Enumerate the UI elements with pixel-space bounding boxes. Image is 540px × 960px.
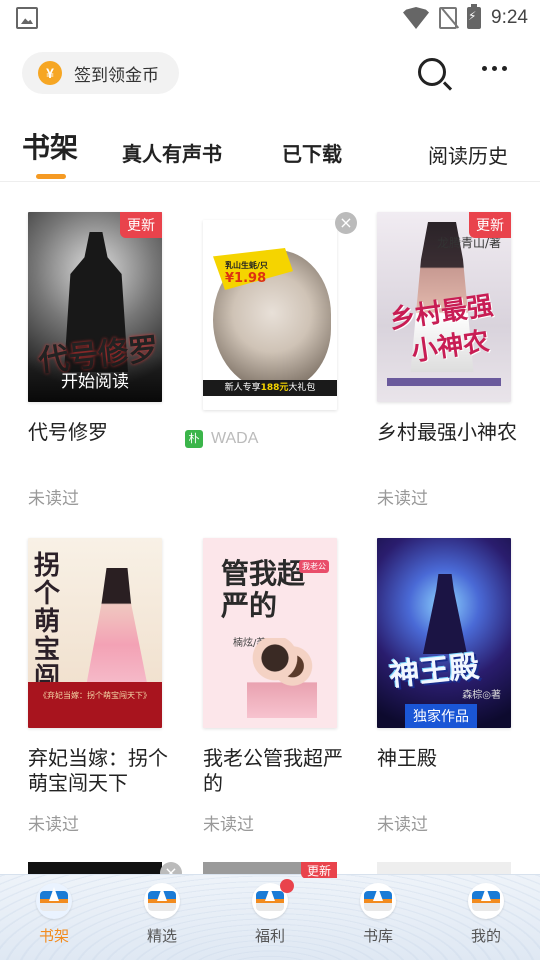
wifi-icon bbox=[403, 7, 430, 29]
book-cover[interactable]: 管我超严的 我老公 楠炫/著 bbox=[203, 538, 337, 728]
ad-strip: 新人专享188元大礼包 bbox=[203, 380, 337, 396]
notification-dot bbox=[280, 879, 294, 893]
nav-featured[interactable]: 精选 bbox=[122, 883, 202, 946]
read-status: 未读过 bbox=[377, 815, 428, 835]
nav-rewards[interactable]: 福利 bbox=[230, 879, 310, 946]
start-reading-button[interactable]: 开始阅读 bbox=[28, 356, 162, 402]
featured-icon bbox=[144, 883, 180, 919]
update-badge: 更新 bbox=[300, 862, 337, 878]
book-title[interactable]: 神王殿 bbox=[377, 746, 517, 771]
read-status: 未读过 bbox=[28, 489, 79, 509]
update-badge: 更新 bbox=[469, 212, 511, 238]
shelf-tabs: 书架 真人有声书 已下载 阅读历史 bbox=[0, 130, 540, 182]
book-cover[interactable]: 神王殿 森棕◎著 独家作品 bbox=[377, 538, 511, 728]
bookshelf-icon bbox=[36, 883, 72, 919]
image-notification-icon bbox=[16, 7, 38, 29]
active-tab-indicator bbox=[36, 174, 66, 179]
nav-library[interactable]: 书库 bbox=[338, 883, 418, 946]
nav-profile[interactable]: 我的 bbox=[446, 883, 526, 946]
ad-label: 朴 WADA bbox=[185, 430, 258, 448]
book-title[interactable]: 弃妃当嫁：拐个萌宝闯天下 bbox=[28, 746, 168, 796]
search-icon[interactable] bbox=[418, 58, 446, 86]
no-sim-icon bbox=[439, 7, 458, 29]
bottom-navigation: 书架 精选 福利 书库 我的 bbox=[0, 874, 540, 960]
more-options-icon[interactable] bbox=[482, 66, 507, 71]
coin-icon: ¥ bbox=[38, 61, 62, 85]
read-status: 未读过 bbox=[203, 815, 254, 835]
book-cover[interactable]: 龙腾青山/著 乡村最强 小神农 更新 bbox=[377, 212, 511, 402]
update-badge: 更新 bbox=[120, 212, 162, 238]
tab-downloaded[interactable]: 已下载 bbox=[282, 138, 342, 167]
close-ad-button[interactable]: × bbox=[335, 212, 357, 234]
profile-icon bbox=[468, 883, 504, 919]
book-title[interactable]: 代号修罗 bbox=[28, 420, 168, 445]
ad-cover[interactable]: 乳山生蚝/只 ¥1.98 新人专享188元大礼包 bbox=[203, 220, 337, 410]
battery-charging-icon bbox=[467, 4, 482, 29]
tab-audiobooks[interactable]: 真人有声书 bbox=[122, 138, 222, 167]
book-title[interactable]: 我老公管我超严的 bbox=[203, 746, 343, 796]
read-status: 未读过 bbox=[28, 815, 79, 835]
read-status: 未读过 bbox=[377, 489, 428, 509]
sign-in-button[interactable]: ¥ 签到领金币 bbox=[22, 52, 179, 94]
nav-bookshelf[interactable]: 书架 bbox=[14, 883, 94, 946]
book-cover[interactable]: 拐个萌宝闯天下 《弃妃当嫁：拐个萌宝闯天下》 bbox=[28, 538, 162, 728]
book-cover[interactable]: 代号修罗 更新 开始阅读 bbox=[28, 212, 162, 402]
sign-in-label: 签到领金币 bbox=[74, 65, 159, 86]
clock: 9:24 bbox=[491, 7, 528, 28]
status-bar: 9:24 bbox=[0, 0, 540, 36]
tab-bookshelf[interactable]: 书架 bbox=[22, 126, 78, 166]
library-icon bbox=[360, 883, 396, 919]
exclusive-badge: 独家作品 bbox=[405, 704, 477, 728]
ad-price: 乳山生蚝/只 ¥1.98 bbox=[225, 261, 268, 286]
tab-reading-history[interactable]: 阅读历史 bbox=[428, 140, 508, 169]
book-title[interactable]: 乡村最强小神农 bbox=[377, 420, 517, 445]
ad-logo-icon: 朴 bbox=[185, 430, 203, 448]
